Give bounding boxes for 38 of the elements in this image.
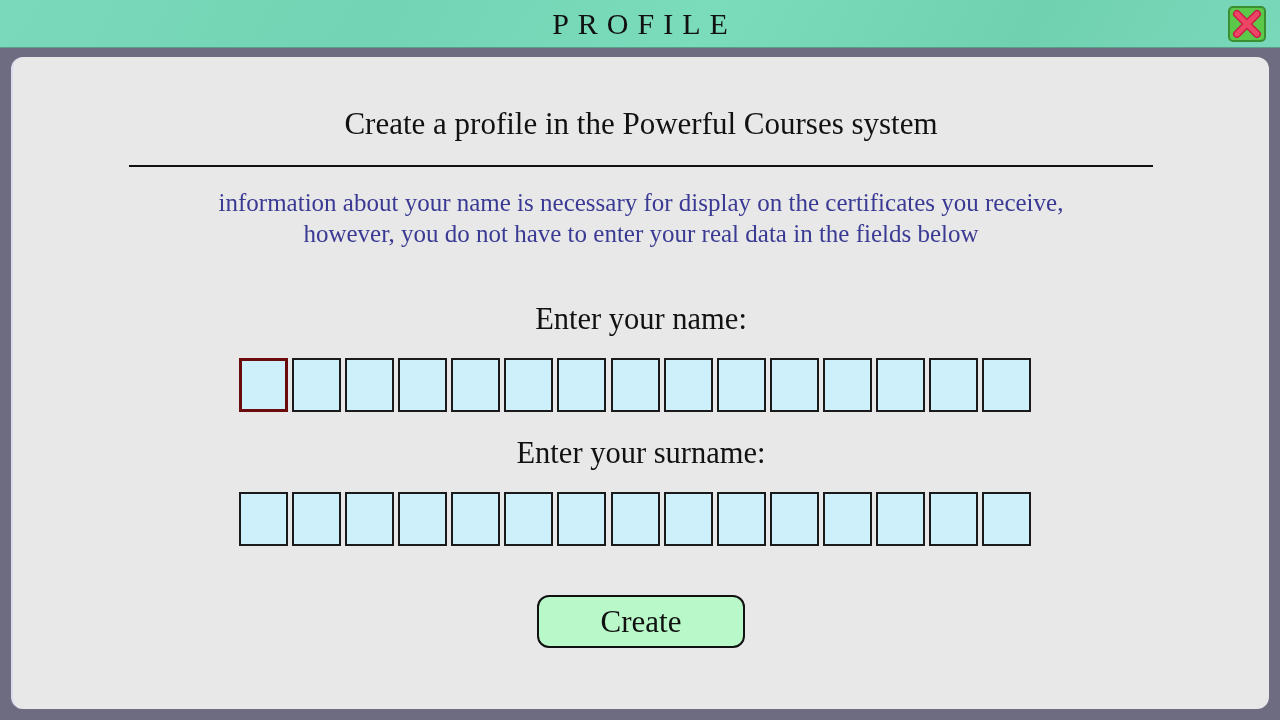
letter-field[interactable]	[398, 492, 448, 546]
create-button[interactable]: Create	[537, 595, 745, 648]
letter-field[interactable]	[504, 492, 554, 546]
letter-field[interactable]	[769, 492, 819, 546]
letter-field[interactable]	[982, 358, 1032, 412]
letter-field[interactable]	[822, 492, 872, 546]
letter-field[interactable]	[610, 358, 660, 412]
letter-field[interactable]	[982, 492, 1032, 546]
letter-field[interactable]	[610, 492, 660, 546]
letter-field[interactable]	[875, 358, 925, 412]
close-icon	[1228, 5, 1266, 42]
letter-field[interactable]	[345, 492, 395, 546]
letter-field[interactable]	[557, 492, 607, 546]
letter-field[interactable]	[822, 358, 872, 412]
letter-field[interactable]	[716, 358, 766, 412]
letter-field[interactable]	[557, 358, 607, 412]
letter-field[interactable]	[238, 358, 288, 412]
field-label: Enter your name:	[535, 302, 747, 336]
letter-field[interactable]	[663, 492, 713, 546]
form-heading: Create a profile in the Powerful Courses system	[344, 107, 938, 141]
letter-field[interactable]	[398, 358, 448, 412]
letter-field[interactable]	[769, 358, 819, 412]
letter-field[interactable]	[451, 358, 501, 412]
letter-field[interactable]	[291, 492, 341, 546]
letter-field[interactable]	[716, 492, 766, 546]
letter-field[interactable]	[875, 492, 925, 546]
close-button[interactable]	[1228, 5, 1266, 42]
letter-field[interactable]	[238, 492, 288, 546]
letter-field[interactable]	[451, 492, 501, 546]
letter-field[interactable]	[345, 358, 395, 412]
letter-field[interactable]	[504, 358, 554, 412]
field-label: Enter your surname:	[516, 436, 766, 470]
letter-field[interactable]	[663, 358, 713, 412]
info-text: information about your name is necessary for display on the certificates you receive, however, you do not have to enter your real data in the fields below	[217, 188, 1065, 249]
window-title: PROFILE	[551, 6, 737, 42]
letter-field[interactable]	[929, 492, 979, 546]
letter-field[interactable]	[929, 358, 979, 412]
letter-field[interactable]	[291, 358, 341, 412]
